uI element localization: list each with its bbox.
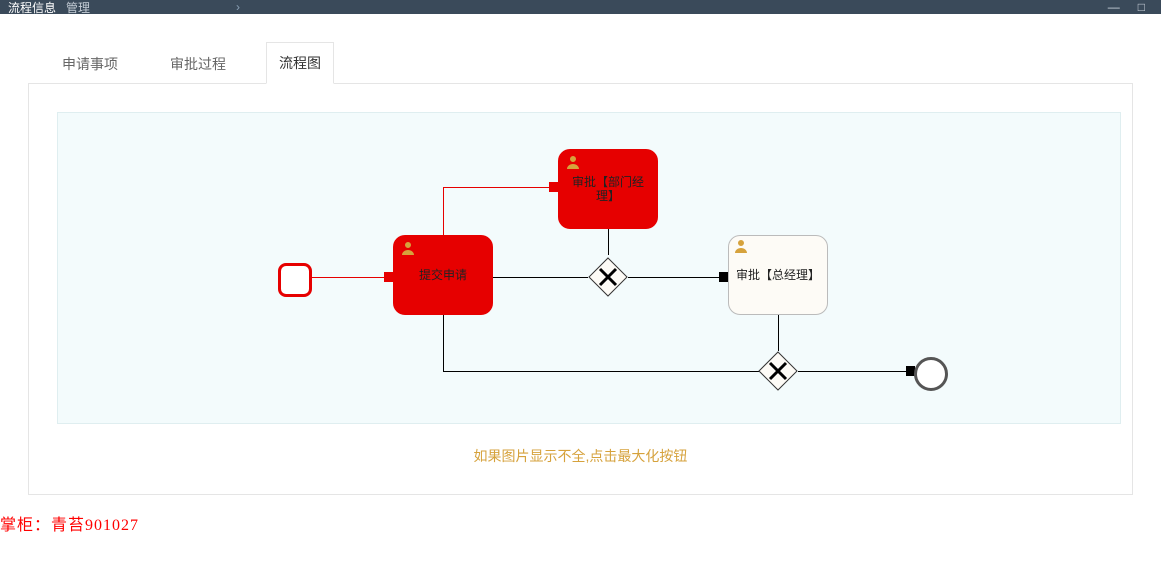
tab-approval-process[interactable]: 审批过程: [158, 44, 238, 84]
user-icon: [733, 238, 749, 254]
edge-gw2-end: [798, 371, 910, 372]
window-minimize-icon[interactable]: —: [1108, 0, 1120, 14]
task-label: 提交申请: [396, 268, 490, 282]
window-title: 流程信息: [8, 0, 56, 16]
arrow-icon: [384, 272, 393, 282]
task-label: 审批【部门经理】: [561, 175, 655, 203]
edge-task1-gw2-h: [443, 371, 759, 372]
edge-task1-gw2-v: [443, 315, 444, 371]
tab-panel: 提交申请 审批【部门经理】: [28, 83, 1133, 495]
tab-application[interactable]: 申请事项: [50, 44, 130, 84]
exclusive-gateway-2[interactable]: [758, 351, 798, 391]
user-task-submit[interactable]: 提交申请: [393, 235, 493, 315]
window-maximize-icon[interactable]: □: [1138, 0, 1145, 14]
start-event-node[interactable]: [278, 263, 312, 297]
task-label: 审批【总经理】: [729, 268, 827, 282]
user-icon: [400, 240, 416, 256]
watermark-text: 掌柜：青苔901027: [0, 511, 139, 535]
flowchart-canvas[interactable]: 提交申请 审批【部门经理】: [57, 112, 1121, 424]
breadcrumb: 管理: [66, 0, 90, 16]
end-event-node[interactable]: [914, 357, 948, 391]
hint-text: 如果图片显示不全,点击最大化按钮: [474, 448, 688, 464]
edge-task1-task2-v: [443, 187, 444, 235]
title-bar: 流程信息 管理 › — □: [0, 0, 1161, 14]
tab-bar: 申请事项 审批过程 流程图: [28, 42, 1133, 84]
chevron-right-icon[interactable]: ›: [236, 0, 240, 14]
user-task-general-manager[interactable]: 审批【总经理】: [728, 235, 828, 315]
edge-gw1-task3: [628, 277, 723, 278]
arrow-icon: [549, 182, 558, 192]
user-icon: [565, 154, 581, 170]
edge-task3-gw2: [778, 315, 779, 351]
edge-task2-gw1: [608, 229, 609, 255]
user-task-dept-manager[interactable]: 审批【部门经理】: [558, 149, 658, 229]
edge-gw1-task1: [493, 277, 588, 278]
edge-task1-task2-h: [443, 187, 553, 188]
hint-row: 如果图片显示不全,点击最大化按钮: [57, 424, 1104, 466]
arrow-icon: [719, 272, 728, 282]
tab-flowchart[interactable]: 流程图: [266, 42, 334, 84]
exclusive-gateway-1[interactable]: [588, 257, 628, 297]
edge-start-task1: [309, 277, 389, 278]
